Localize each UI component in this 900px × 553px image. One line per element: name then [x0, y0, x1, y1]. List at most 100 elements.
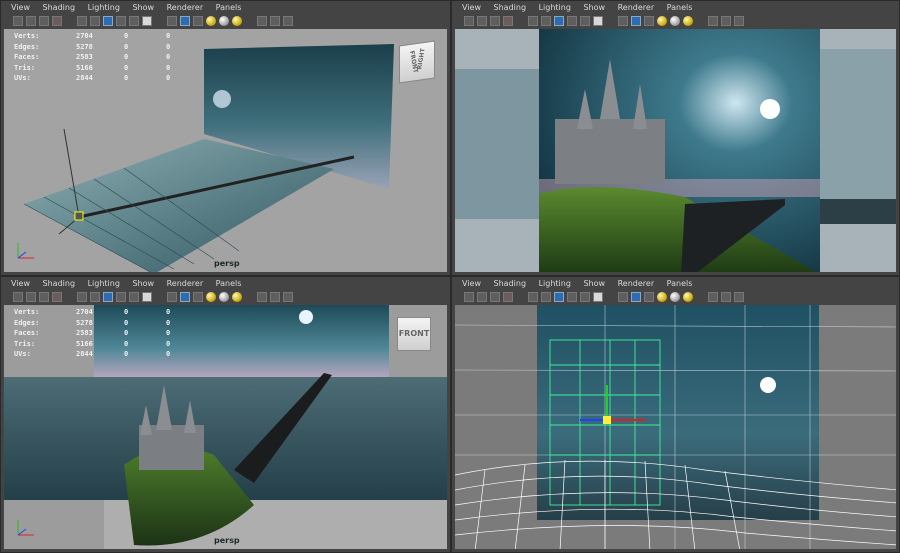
layout-icon[interactable]	[270, 292, 281, 302]
viewport-canvas[interactable]: Verts: 2704 0 0 Edges: 5278 0 0 Faces: 2583 0 0 T…	[4, 29, 447, 272]
lasso-icon[interactable]	[477, 16, 487, 26]
wireframe-icon[interactable]	[580, 16, 591, 26]
menu-lighting[interactable]: Lighting	[529, 1, 571, 14]
all-lights-icon[interactable]	[644, 16, 655, 26]
wireframe-icon[interactable]	[129, 292, 140, 302]
menu-view[interactable]: View	[1, 277, 30, 290]
menu-renderer[interactable]: Renderer	[608, 1, 655, 14]
wireframe-icon[interactable]	[129, 16, 140, 26]
camera-icon[interactable]	[52, 16, 62, 26]
menu-renderer[interactable]: Renderer	[157, 277, 204, 290]
select-icon[interactable]	[13, 292, 23, 302]
menu-panels[interactable]: Panels	[657, 277, 693, 290]
viewport-bottom-left[interactable]: View Shading Lighting Show Renderer Pane…	[0, 276, 451, 553]
isolate-icon[interactable]	[670, 292, 681, 302]
wireframe-icon[interactable]	[580, 292, 591, 302]
select-icon[interactable]	[464, 16, 474, 26]
menu-view[interactable]: View	[452, 277, 481, 290]
bookmark-icon[interactable]	[257, 16, 268, 26]
all-lights-icon[interactable]	[644, 292, 655, 302]
menu-lighting[interactable]: Lighting	[78, 1, 120, 14]
smooth-shade-icon[interactable]	[142, 16, 153, 26]
menu-renderer[interactable]: Renderer	[157, 1, 204, 14]
menu-renderer[interactable]: Renderer	[608, 277, 655, 290]
viewport-top-right[interactable]: View Shading Lighting Show Renderer Pane…	[451, 0, 900, 276]
view-cube[interactable]: FRONT RIGHT	[399, 40, 435, 84]
smooth-shade-icon[interactable]	[593, 292, 604, 302]
isolate-icon[interactable]	[219, 16, 230, 26]
isolate-icon[interactable]	[219, 292, 230, 302]
menu-shading[interactable]: Shading	[33, 277, 76, 290]
shadow-icon[interactable]	[206, 16, 217, 26]
viewport-bottom-right[interactable]: View Shading Lighting Show Renderer Pane…	[451, 276, 900, 553]
default-light-icon[interactable]	[180, 292, 191, 302]
menu-view[interactable]: View	[1, 1, 30, 14]
xray-icon[interactable]	[683, 16, 694, 26]
film-gate-icon[interactable]	[541, 16, 552, 26]
paint-icon[interactable]	[39, 16, 49, 26]
grid-icon[interactable]	[77, 292, 88, 302]
bookmark-icon[interactable]	[708, 16, 719, 26]
textured-icon[interactable]	[618, 292, 629, 302]
shadow-icon[interactable]	[657, 16, 668, 26]
lasso-icon[interactable]	[477, 292, 487, 302]
film-gate-icon[interactable]	[90, 16, 101, 26]
xray-icon[interactable]	[232, 16, 243, 26]
grid-icon[interactable]	[528, 16, 539, 26]
all-lights-icon[interactable]	[193, 16, 204, 26]
tool-icon[interactable]	[734, 292, 745, 302]
resolution-gate-icon[interactable]	[554, 292, 565, 302]
lasso-icon[interactable]	[26, 292, 36, 302]
textured-icon[interactable]	[618, 16, 629, 26]
grid-icon[interactable]	[528, 292, 539, 302]
textured-icon[interactable]	[167, 16, 178, 26]
safe-action-icon[interactable]	[116, 16, 127, 26]
layout-icon[interactable]	[721, 292, 732, 302]
layout-icon[interactable]	[270, 16, 281, 26]
paint-icon[interactable]	[490, 292, 500, 302]
lasso-icon[interactable]	[26, 16, 36, 26]
menu-show[interactable]: Show	[573, 277, 605, 290]
isolate-icon[interactable]	[670, 16, 681, 26]
tool-icon[interactable]	[734, 16, 745, 26]
viewport-canvas[interactable]	[455, 29, 896, 272]
bookmark-icon[interactable]	[257, 292, 268, 302]
menu-shading[interactable]: Shading	[33, 1, 76, 14]
shadow-icon[interactable]	[657, 292, 668, 302]
view-cube[interactable]: FRONT	[397, 317, 431, 351]
menu-lighting[interactable]: Lighting	[78, 277, 120, 290]
menu-panels[interactable]: Panels	[206, 277, 242, 290]
tool-icon[interactable]	[283, 16, 294, 26]
smooth-shade-icon[interactable]	[142, 292, 153, 302]
safe-action-icon[interactable]	[567, 16, 578, 26]
safe-action-icon[interactable]	[116, 292, 127, 302]
menu-shading[interactable]: Shading	[484, 1, 527, 14]
menu-lighting[interactable]: Lighting	[529, 277, 571, 290]
textured-icon[interactable]	[167, 292, 178, 302]
all-lights-icon[interactable]	[193, 292, 204, 302]
camera-icon[interactable]	[503, 16, 513, 26]
bookmark-icon[interactable]	[708, 292, 719, 302]
resolution-gate-icon[interactable]	[103, 292, 114, 302]
paint-icon[interactable]	[39, 292, 49, 302]
xray-icon[interactable]	[683, 292, 694, 302]
menu-show[interactable]: Show	[573, 1, 605, 14]
camera-icon[interactable]	[503, 292, 513, 302]
menu-show[interactable]: Show	[122, 1, 154, 14]
xray-icon[interactable]	[232, 292, 243, 302]
shadow-icon[interactable]	[206, 292, 217, 302]
film-gate-icon[interactable]	[90, 292, 101, 302]
resolution-gate-icon[interactable]	[103, 16, 114, 26]
viewport-canvas[interactable]	[455, 305, 896, 549]
safe-action-icon[interactable]	[567, 292, 578, 302]
viewport-canvas[interactable]: Verts: 2704 0 0 Edges: 5278 0 0 Faces: 2583 0 0 T…	[4, 305, 447, 549]
default-light-icon[interactable]	[180, 16, 191, 26]
film-gate-icon[interactable]	[541, 292, 552, 302]
select-icon[interactable]	[464, 292, 474, 302]
paint-icon[interactable]	[490, 16, 500, 26]
viewport-top-left[interactable]: View Shading Lighting Show Renderer Pane…	[0, 0, 451, 276]
select-icon[interactable]	[13, 16, 23, 26]
grid-icon[interactable]	[77, 16, 88, 26]
menu-panels[interactable]: Panels	[206, 1, 242, 14]
default-light-icon[interactable]	[631, 292, 642, 302]
